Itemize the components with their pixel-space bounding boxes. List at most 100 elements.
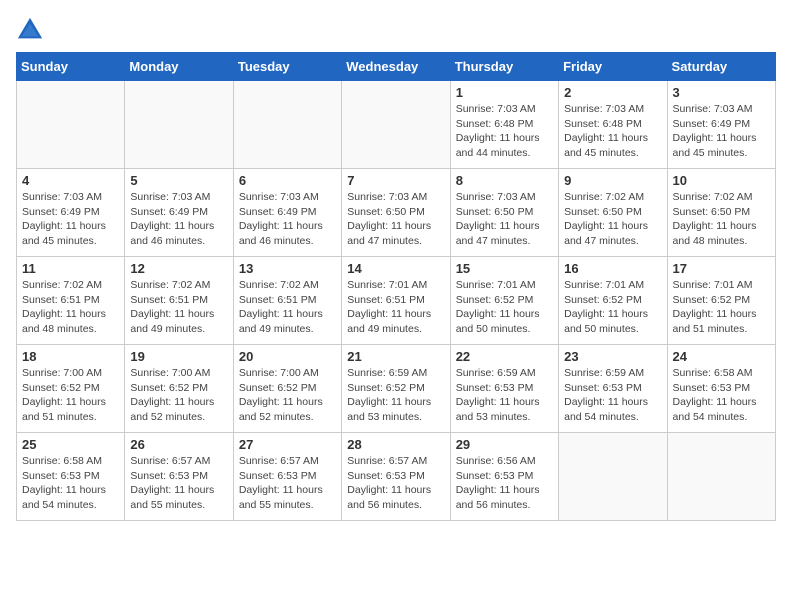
- calendar-cell: 18 Sunrise: 7:00 AM Sunset: 6:52 PM Dayli…: [17, 345, 125, 433]
- day-info: Sunrise: 6:59 AM Sunset: 6:52 PM Dayligh…: [347, 366, 444, 425]
- day-number: 27: [239, 437, 336, 452]
- calendar-cell: 16 Sunrise: 7:01 AM Sunset: 6:52 PM Dayli…: [559, 257, 667, 345]
- calendar-cell: 27 Sunrise: 6:57 AM Sunset: 6:53 PM Dayli…: [233, 433, 341, 521]
- day-info: Sunrise: 6:58 AM Sunset: 6:53 PM Dayligh…: [673, 366, 770, 425]
- calendar-header-monday: Monday: [125, 53, 233, 81]
- calendar-cell: 9 Sunrise: 7:02 AM Sunset: 6:50 PM Daylig…: [559, 169, 667, 257]
- day-number: 23: [564, 349, 661, 364]
- page-header: [16, 16, 776, 44]
- calendar-cell: 24 Sunrise: 6:58 AM Sunset: 6:53 PM Dayli…: [667, 345, 775, 433]
- calendar-cell: 13 Sunrise: 7:02 AM Sunset: 6:51 PM Dayli…: [233, 257, 341, 345]
- day-number: 8: [456, 173, 553, 188]
- day-info: Sunrise: 7:02 AM Sunset: 6:51 PM Dayligh…: [22, 278, 119, 337]
- logo: [16, 16, 48, 44]
- day-number: 12: [130, 261, 227, 276]
- day-info: Sunrise: 7:00 AM Sunset: 6:52 PM Dayligh…: [130, 366, 227, 425]
- calendar-cell: 23Sunrise: 6:59 AM Sunset: 6:53 PM Dayli…: [559, 345, 667, 433]
- calendar-cell: [233, 81, 341, 169]
- day-info: Sunrise: 6:56 AM Sunset: 6:53 PM Dayligh…: [456, 454, 553, 513]
- calendar-cell: 15 Sunrise: 7:01 AM Sunset: 6:52 PM Dayli…: [450, 257, 558, 345]
- calendar-cell: 1 Sunrise: 7:03 AM Sunset: 6:48 PM Daylig…: [450, 81, 558, 169]
- day-number: 20: [239, 349, 336, 364]
- calendar-header-thursday: Thursday: [450, 53, 558, 81]
- day-number: 5: [130, 173, 227, 188]
- day-info: Sunrise: 7:03 AM Sunset: 6:48 PM Dayligh…: [456, 102, 553, 161]
- calendar-week-row: 18 Sunrise: 7:00 AM Sunset: 6:52 PM Dayli…: [17, 345, 776, 433]
- calendar-cell: 20 Sunrise: 7:00 AM Sunset: 6:52 PM Dayli…: [233, 345, 341, 433]
- calendar-cell: 8Sunrise: 7:03 AM Sunset: 6:50 PM Daylig…: [450, 169, 558, 257]
- day-info: Sunrise: 7:01 AM Sunset: 6:51 PM Dayligh…: [347, 278, 444, 337]
- day-number: 18: [22, 349, 119, 364]
- day-number: 26: [130, 437, 227, 452]
- calendar-cell: 17Sunrise: 7:01 AM Sunset: 6:52 PM Dayli…: [667, 257, 775, 345]
- day-number: 7: [347, 173, 444, 188]
- day-info: Sunrise: 7:00 AM Sunset: 6:52 PM Dayligh…: [22, 366, 119, 425]
- day-info: Sunrise: 7:03 AM Sunset: 6:49 PM Dayligh…: [673, 102, 770, 161]
- calendar-header-row: SundayMondayTuesdayWednesdayThursdayFrid…: [17, 53, 776, 81]
- calendar-cell: 2 Sunrise: 7:03 AM Sunset: 6:48 PM Daylig…: [559, 81, 667, 169]
- day-number: 14: [347, 261, 444, 276]
- calendar-cell: 10 Sunrise: 7:02 AM Sunset: 6:50 PM Dayli…: [667, 169, 775, 257]
- day-number: 21: [347, 349, 444, 364]
- day-info: Sunrise: 7:02 AM Sunset: 6:50 PM Dayligh…: [564, 190, 661, 249]
- day-number: 15: [456, 261, 553, 276]
- day-info: Sunrise: 7:03 AM Sunset: 6:49 PM Dayligh…: [22, 190, 119, 249]
- day-info: Sunrise: 7:03 AM Sunset: 6:49 PM Dayligh…: [239, 190, 336, 249]
- day-info: Sunrise: 7:02 AM Sunset: 6:50 PM Dayligh…: [673, 190, 770, 249]
- day-info: Sunrise: 7:01 AM Sunset: 6:52 PM Dayligh…: [456, 278, 553, 337]
- calendar-week-row: 1 Sunrise: 7:03 AM Sunset: 6:48 PM Daylig…: [17, 81, 776, 169]
- day-number: 9: [564, 173, 661, 188]
- calendar-cell: 3 Sunrise: 7:03 AM Sunset: 6:49 PM Daylig…: [667, 81, 775, 169]
- day-number: 2: [564, 85, 661, 100]
- day-number: 29: [456, 437, 553, 452]
- day-number: 10: [673, 173, 770, 188]
- calendar-cell: 14 Sunrise: 7:01 AM Sunset: 6:51 PM Dayli…: [342, 257, 450, 345]
- calendar-cell: [125, 81, 233, 169]
- day-number: 11: [22, 261, 119, 276]
- day-info: Sunrise: 6:59 AM Sunset: 6:53 PM Dayligh…: [456, 366, 553, 425]
- calendar-cell: [17, 81, 125, 169]
- day-number: 24: [673, 349, 770, 364]
- calendar-header-friday: Friday: [559, 53, 667, 81]
- day-info: Sunrise: 7:01 AM Sunset: 6:52 PM Dayligh…: [673, 278, 770, 337]
- calendar-cell: 7 Sunrise: 7:03 AM Sunset: 6:50 PM Daylig…: [342, 169, 450, 257]
- day-number: 25: [22, 437, 119, 452]
- day-number: 6: [239, 173, 336, 188]
- day-info: Sunrise: 6:57 AM Sunset: 6:53 PM Dayligh…: [130, 454, 227, 513]
- day-info: Sunrise: 7:01 AM Sunset: 6:52 PM Dayligh…: [564, 278, 661, 337]
- calendar-cell: 21 Sunrise: 6:59 AM Sunset: 6:52 PM Dayli…: [342, 345, 450, 433]
- calendar-header-tuesday: Tuesday: [233, 53, 341, 81]
- calendar-cell: [667, 433, 775, 521]
- day-number: 1: [456, 85, 553, 100]
- logo-icon: [16, 16, 44, 44]
- calendar-cell: [342, 81, 450, 169]
- day-info: Sunrise: 7:02 AM Sunset: 6:51 PM Dayligh…: [239, 278, 336, 337]
- day-info: Sunrise: 6:58 AM Sunset: 6:53 PM Dayligh…: [22, 454, 119, 513]
- day-info: Sunrise: 7:03 AM Sunset: 6:48 PM Dayligh…: [564, 102, 661, 161]
- calendar-cell: 11 Sunrise: 7:02 AM Sunset: 6:51 PM Dayli…: [17, 257, 125, 345]
- day-number: 16: [564, 261, 661, 276]
- calendar-week-row: 25 Sunrise: 6:58 AM Sunset: 6:53 PM Dayli…: [17, 433, 776, 521]
- calendar-cell: 6 Sunrise: 7:03 AM Sunset: 6:49 PM Daylig…: [233, 169, 341, 257]
- calendar-week-row: 4 Sunrise: 7:03 AM Sunset: 6:49 PM Daylig…: [17, 169, 776, 257]
- calendar-header-wednesday: Wednesday: [342, 53, 450, 81]
- calendar-cell: 22 Sunrise: 6:59 AM Sunset: 6:53 PM Dayli…: [450, 345, 558, 433]
- calendar-cell: 25 Sunrise: 6:58 AM Sunset: 6:53 PM Dayli…: [17, 433, 125, 521]
- day-info: Sunrise: 7:03 AM Sunset: 6:50 PM Dayligh…: [347, 190, 444, 249]
- calendar-cell: 5 Sunrise: 7:03 AM Sunset: 6:49 PM Daylig…: [125, 169, 233, 257]
- calendar-cell: 4 Sunrise: 7:03 AM Sunset: 6:49 PM Daylig…: [17, 169, 125, 257]
- day-number: 13: [239, 261, 336, 276]
- calendar-cell: 26 Sunrise: 6:57 AM Sunset: 6:53 PM Dayli…: [125, 433, 233, 521]
- calendar-cell: [559, 433, 667, 521]
- day-info: Sunrise: 7:03 AM Sunset: 6:49 PM Dayligh…: [130, 190, 227, 249]
- day-number: 4: [22, 173, 119, 188]
- day-number: 19: [130, 349, 227, 364]
- calendar-cell: 12Sunrise: 7:02 AM Sunset: 6:51 PM Dayli…: [125, 257, 233, 345]
- day-number: 28: [347, 437, 444, 452]
- day-info: Sunrise: 6:57 AM Sunset: 6:53 PM Dayligh…: [239, 454, 336, 513]
- calendar-week-row: 11 Sunrise: 7:02 AM Sunset: 6:51 PM Dayli…: [17, 257, 776, 345]
- day-number: 22: [456, 349, 553, 364]
- day-info: Sunrise: 7:00 AM Sunset: 6:52 PM Dayligh…: [239, 366, 336, 425]
- day-number: 3: [673, 85, 770, 100]
- calendar-cell: 28Sunrise: 6:57 AM Sunset: 6:53 PM Dayli…: [342, 433, 450, 521]
